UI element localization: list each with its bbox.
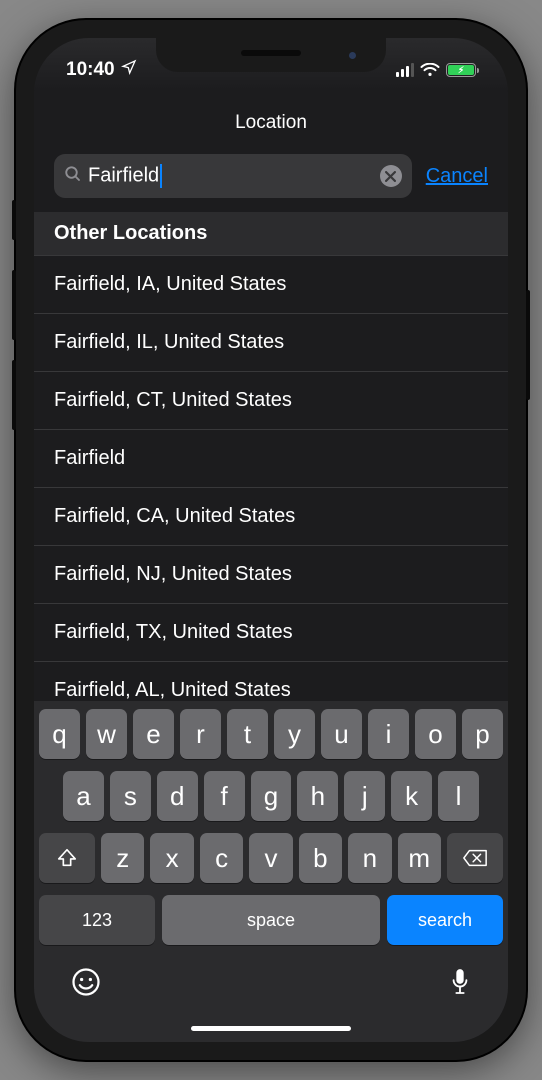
- key-g[interactable]: g: [251, 771, 292, 821]
- key-j[interactable]: j: [344, 771, 385, 821]
- notch: [156, 38, 386, 72]
- home-indicator-area: [34, 1014, 508, 1042]
- search-input[interactable]: Fairfield: [54, 154, 412, 198]
- home-indicator[interactable]: [191, 1026, 351, 1031]
- key-v[interactable]: v: [249, 833, 292, 883]
- section-header: Other Locations: [34, 212, 508, 255]
- key-d[interactable]: d: [157, 771, 198, 821]
- key-q[interactable]: q: [39, 709, 80, 759]
- cellular-signal-icon: [396, 63, 414, 77]
- search-value: Fairfield: [88, 164, 374, 188]
- keyboard-row-4: 123 space search: [39, 895, 503, 945]
- key-f[interactable]: f: [204, 771, 245, 821]
- phone-frame: 10:40: [16, 20, 526, 1060]
- power-button: [526, 290, 530, 400]
- numeric-key[interactable]: 123: [39, 895, 155, 945]
- key-k[interactable]: k: [391, 771, 432, 821]
- wifi-icon: [420, 63, 440, 77]
- result-item[interactable]: Fairfield, CA, United States: [34, 488, 508, 546]
- keyboard-row-2: a s d f g h j k l: [39, 771, 503, 821]
- key-m[interactable]: m: [398, 833, 441, 883]
- keyboard-row-3: z x c v b n m: [39, 833, 503, 883]
- backspace-key[interactable]: [447, 833, 503, 883]
- result-item[interactable]: Fairfield, NJ, United States: [34, 546, 508, 604]
- key-a[interactable]: a: [63, 771, 104, 821]
- key-i[interactable]: i: [368, 709, 409, 759]
- key-o[interactable]: o: [415, 709, 456, 759]
- search-row: Fairfield Cancel: [34, 154, 508, 212]
- key-r[interactable]: r: [180, 709, 221, 759]
- key-s[interactable]: s: [110, 771, 151, 821]
- keyboard-row-1: q w e r t y u i o p: [39, 709, 503, 759]
- cancel-button[interactable]: Cancel: [426, 165, 488, 188]
- space-key[interactable]: space: [162, 895, 380, 945]
- status-time: 10:40: [66, 59, 115, 81]
- result-item[interactable]: Fairfield, IA, United States: [34, 255, 508, 314]
- result-item[interactable]: Fairfield, TX, United States: [34, 604, 508, 662]
- key-b[interactable]: b: [299, 833, 342, 883]
- charging-bolt-icon: ⚡︎: [458, 66, 464, 75]
- key-l[interactable]: l: [438, 771, 479, 821]
- result-item[interactable]: Fairfield, IL, United States: [34, 314, 508, 372]
- shift-key[interactable]: [39, 833, 95, 883]
- key-x[interactable]: x: [150, 833, 193, 883]
- page-title: Location: [34, 90, 508, 154]
- screen: 10:40: [34, 38, 508, 1042]
- key-e[interactable]: e: [133, 709, 174, 759]
- key-c[interactable]: c: [200, 833, 243, 883]
- key-z[interactable]: z: [101, 833, 144, 883]
- results-list[interactable]: Fairfield, IA, United States Fairfield, …: [34, 255, 508, 701]
- dictation-key[interactable]: [449, 967, 471, 1002]
- mute-switch: [12, 200, 16, 240]
- status-left: 10:40: [66, 59, 137, 81]
- volume-up-button: [12, 270, 16, 340]
- emoji-key[interactable]: [71, 967, 101, 1002]
- front-camera: [349, 52, 356, 59]
- keyboard: q w e r t y u i o p a s d f g h j k l: [34, 701, 508, 1014]
- result-item[interactable]: Fairfield, CT, United States: [34, 372, 508, 430]
- text-cursor: [160, 164, 162, 188]
- key-h[interactable]: h: [297, 771, 338, 821]
- volume-down-button: [12, 360, 16, 430]
- battery-icon: ⚡︎: [446, 63, 476, 77]
- result-item[interactable]: Fairfield, AL, United States: [34, 662, 508, 701]
- keyboard-bottom-row: [39, 949, 503, 1008]
- key-n[interactable]: n: [348, 833, 391, 883]
- key-w[interactable]: w: [86, 709, 127, 759]
- status-right: ⚡︎: [396, 63, 476, 77]
- result-item[interactable]: Fairfield: [34, 430, 508, 488]
- speaker-grille: [241, 50, 301, 56]
- search-icon: [64, 165, 82, 188]
- key-y[interactable]: y: [274, 709, 315, 759]
- search-key[interactable]: search: [387, 895, 503, 945]
- clear-search-button[interactable]: [380, 165, 402, 187]
- key-p[interactable]: p: [462, 709, 503, 759]
- key-t[interactable]: t: [227, 709, 268, 759]
- location-arrow-icon: [121, 59, 137, 81]
- key-u[interactable]: u: [321, 709, 362, 759]
